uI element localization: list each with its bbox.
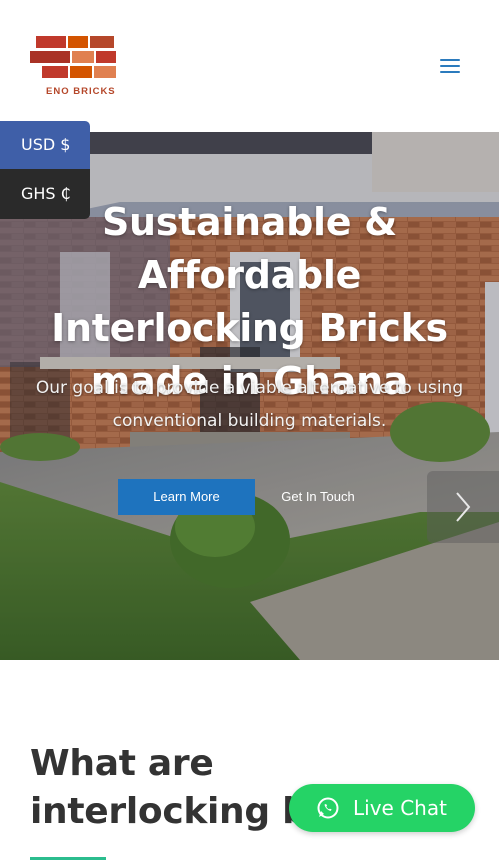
eno-bricks-logo[interactable]: ENO BRICKS	[28, 34, 120, 98]
get-in-touch-button[interactable]: Get In Touch	[268, 479, 368, 515]
slider-next-button[interactable]	[427, 471, 499, 543]
brick-logo-icon	[30, 36, 116, 78]
live-chat-label: Live Chat	[353, 796, 447, 820]
chevron-right-icon	[456, 492, 471, 522]
currency-usd-button[interactable]: USD $	[0, 121, 90, 169]
learn-more-button[interactable]: Learn More	[118, 479, 255, 515]
hero-subtitle: Our goal is to provide a viable alternat…	[35, 378, 464, 431]
hamburger-menu-icon[interactable]	[440, 57, 462, 75]
currency-ghs-button[interactable]: GHS ₵	[0, 169, 90, 219]
live-chat-button[interactable]: Live Chat	[289, 784, 475, 832]
logo-text: ENO BRICKS	[46, 86, 116, 97]
whatsapp-icon	[317, 797, 339, 819]
currency-switcher: USD $ GHS ₵	[0, 121, 90, 219]
site-header: ENO BRICKS	[0, 0, 499, 132]
